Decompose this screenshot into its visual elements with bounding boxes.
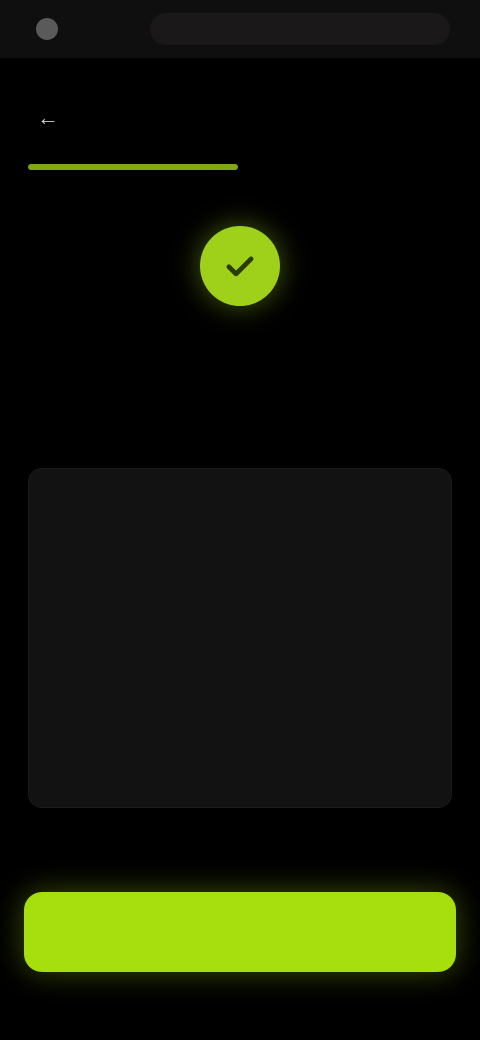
address-bar[interactable] — [150, 13, 450, 45]
back-button[interactable]: ← — [28, 98, 68, 138]
page-header: ← — [0, 92, 480, 142]
continue-button[interactable] — [24, 892, 456, 972]
progress-row — [28, 158, 452, 178]
check-icon — [226, 256, 254, 277]
info-card — [28, 468, 452, 808]
browser-topbar — [0, 0, 480, 58]
site-favicon-icon — [36, 18, 58, 40]
arrow-left-icon: ← — [37, 105, 59, 130]
page: ← — [0, 0, 480, 1040]
success-badge — [200, 226, 280, 306]
progress-fill — [28, 164, 238, 170]
